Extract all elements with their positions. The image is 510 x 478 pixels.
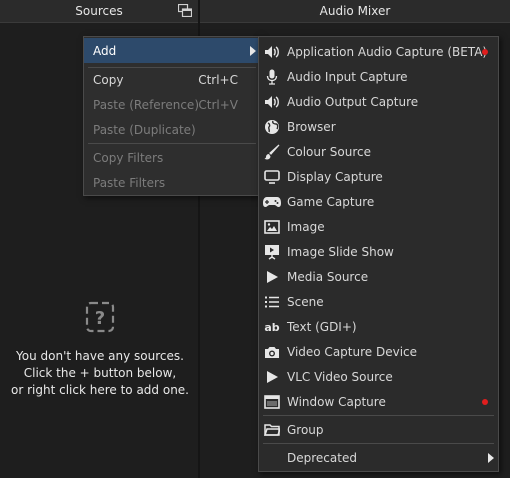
undock-icon[interactable] (178, 4, 192, 17)
add-item-application-audio-capture[interactable]: Application Audio Capture (BETA) (259, 39, 498, 64)
microphone-icon (263, 68, 281, 86)
paste-reference-shortcut: Ctrl+V (198, 97, 238, 112)
add-item-image[interactable]: Image (259, 214, 498, 239)
sources-context-menu: Add Copy Ctrl+C Paste (Reference) Ctrl+V… (83, 36, 261, 196)
camera-icon (263, 343, 281, 361)
menu-item-paste-reference[interactable]: Paste (Reference) Ctrl+V (84, 92, 260, 117)
add-item-scene[interactable]: Scene (259, 289, 498, 314)
speaker-icon (263, 43, 281, 61)
sources-title: Sources (75, 4, 123, 18)
add-item-game-capture[interactable]: Game Capture (259, 189, 498, 214)
new-badge-dot (482, 48, 488, 55)
empty-line-3: or right click here to add one. (11, 383, 189, 397)
menu-separator (88, 143, 256, 144)
menu-separator (263, 443, 494, 444)
menu-item-paste-duplicate[interactable]: Paste (Duplicate) (84, 117, 260, 142)
add-item-group[interactable]: Group (259, 417, 498, 442)
monitor-icon (263, 168, 281, 186)
svg-text:?: ? (95, 308, 105, 329)
empty-line-1: You don't have any sources. (16, 349, 184, 363)
audio-mixer-title: Audio Mixer (319, 4, 391, 18)
list-icon (263, 293, 281, 311)
add-item-video-capture-device[interactable]: Video Capture Device (259, 339, 498, 364)
slideshow-icon (263, 243, 281, 261)
sources-dock-header: Sources (0, 0, 198, 23)
add-item-colour-source[interactable]: Colour Source (259, 139, 498, 164)
text-icon: ab (263, 318, 281, 336)
menu-item-paste-filters[interactable]: Paste Filters (84, 170, 260, 195)
empty-line-2: Click the + button below, (23, 366, 177, 380)
add-item-deprecated[interactable]: Deprecated (259, 445, 498, 470)
image-icon (263, 218, 281, 236)
obs-window: Sources Audio Mixer ? You don't have any… (0, 0, 510, 478)
submenu-arrow-icon (488, 452, 494, 463)
add-item-audio-output-capture[interactable]: Audio Output Capture (259, 89, 498, 114)
window-icon (263, 393, 281, 411)
svg-text:ab: ab (264, 321, 279, 334)
menu-item-add[interactable]: Add (84, 38, 260, 63)
speaker-icon (263, 93, 281, 111)
play-icon (263, 368, 281, 386)
add-item-audio-input-capture[interactable]: Audio Input Capture (259, 64, 498, 89)
copy-shortcut: Ctrl+C (198, 72, 238, 87)
menu-item-copy-filters[interactable]: Copy Filters (84, 145, 260, 170)
brush-icon (263, 143, 281, 161)
folder-icon (263, 421, 281, 439)
menu-separator (263, 415, 494, 416)
menu-item-copy[interactable]: Copy Ctrl+C (84, 67, 260, 92)
add-item-window-capture[interactable]: Window Capture (259, 389, 498, 414)
question-icon: ? (85, 300, 115, 334)
add-item-display-capture[interactable]: Display Capture (259, 164, 498, 189)
submenu-arrow-icon (250, 45, 256, 56)
add-source-submenu: Application Audio Capture (BETA) Audio I… (258, 36, 499, 472)
sources-empty-state: ? You don't have any sources. Click the … (0, 300, 200, 399)
new-badge-dot (482, 398, 488, 405)
add-item-vlc-video-source[interactable]: VLC Video Source (259, 364, 498, 389)
globe-icon (263, 118, 281, 136)
add-item-media-source[interactable]: Media Source (259, 264, 498, 289)
play-icon (263, 268, 281, 286)
add-item-image-slide-show[interactable]: Image Slide Show (259, 239, 498, 264)
add-item-text-gdi[interactable]: ab Text (GDI+) (259, 314, 498, 339)
audio-mixer-dock-header: Audio Mixer (200, 0, 510, 23)
gamepad-icon (263, 193, 281, 211)
add-item-browser[interactable]: Browser (259, 114, 498, 139)
